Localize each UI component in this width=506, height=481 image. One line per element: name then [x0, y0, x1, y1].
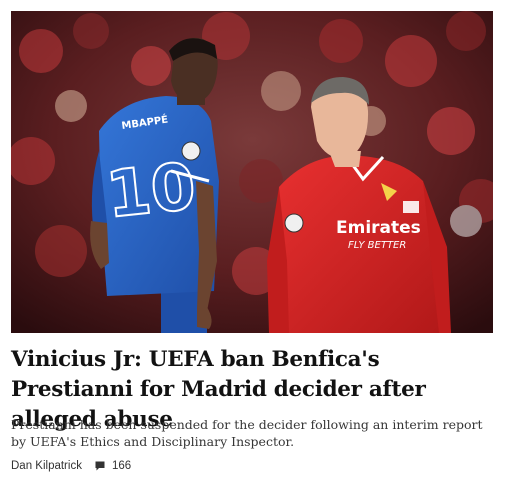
- comment-icon: [95, 461, 105, 471]
- article-card[interactable]: MBAPPÉ 10 Emirates FLY BETTER Vinicius J…: [0, 0, 506, 481]
- comment-count: 166: [111, 460, 132, 472]
- author-byline[interactable]: Dan Kilpatrick: [11, 460, 82, 472]
- article-image[interactable]: MBAPPÉ 10 Emirates FLY BETTER: [11, 11, 493, 333]
- comments-link[interactable]: 166: [95, 460, 131, 472]
- article-summary: Prestianni has been suspended for the de…: [11, 417, 483, 449]
- article-meta: Dan Kilpatrick 166: [11, 458, 131, 474]
- shirt-number-text: 10: [103, 150, 199, 233]
- sponsor-line2-text: FLY BETTER: [348, 240, 406, 251]
- sponsor-line1-text: Emirates: [336, 218, 421, 238]
